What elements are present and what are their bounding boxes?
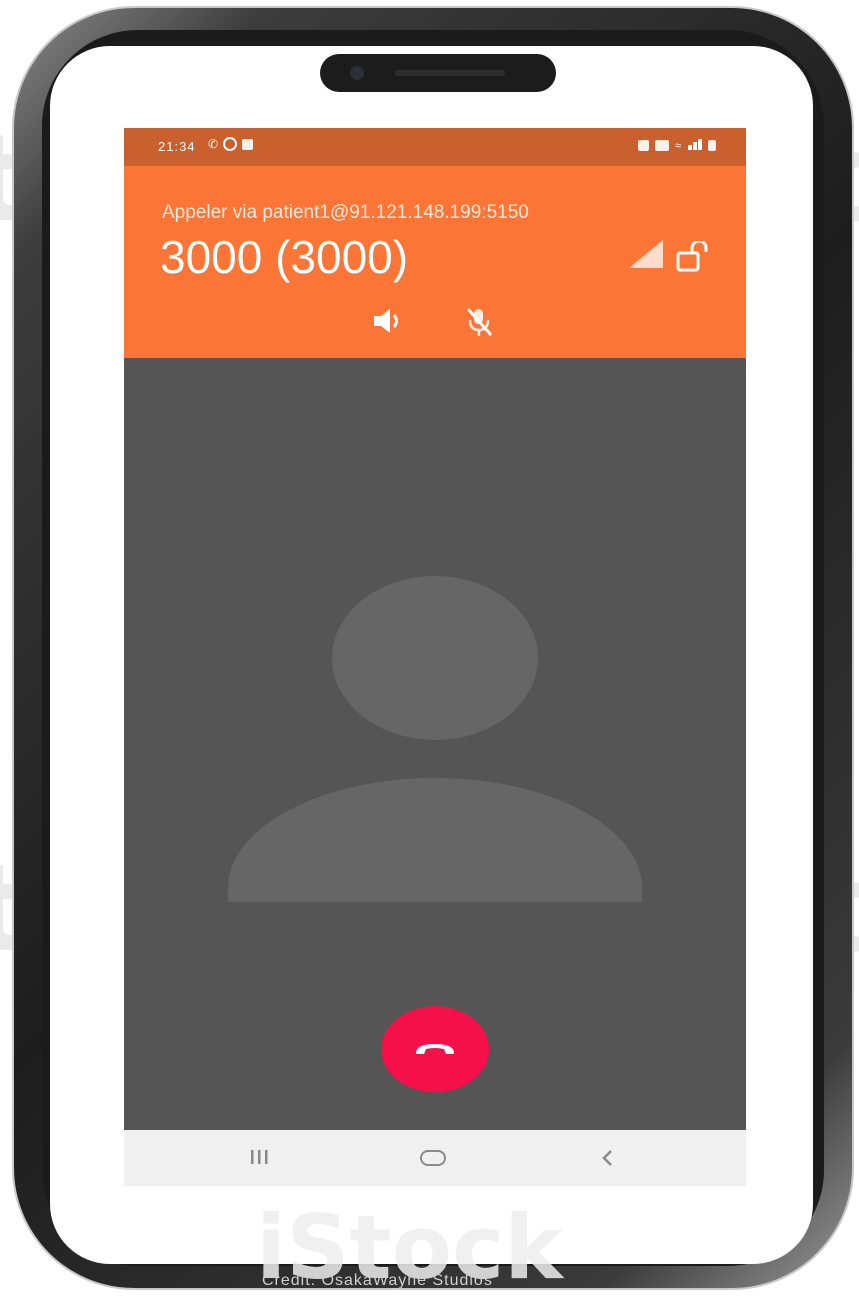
call-status-icon: ✆ xyxy=(208,137,219,151)
status-left-icons: ✆ xyxy=(208,137,254,151)
person-placeholder-body xyxy=(228,778,642,902)
nfc-status-icon xyxy=(637,140,649,151)
status-bar: 21:34 ✆ ≈ xyxy=(124,128,746,166)
call-via-text: Appeler via patient1@91.121.148.199:5150 xyxy=(162,202,529,223)
unlock-icon xyxy=(676,241,708,272)
front-camera xyxy=(350,66,364,80)
speaker-icon[interactable] xyxy=(372,306,406,336)
person-placeholder-icon xyxy=(332,576,538,740)
status-time: 21:34 xyxy=(158,139,196,154)
call-content xyxy=(124,358,746,1130)
back-icon[interactable] xyxy=(600,1148,614,1168)
earpiece-speaker xyxy=(395,70,505,76)
phone-hangup-icon xyxy=(415,1044,455,1054)
signal-bars-icon xyxy=(687,138,702,153)
phone-notch xyxy=(320,54,556,92)
battery-status-icon xyxy=(708,140,716,151)
call-header: Appeler via patient1@91.121.148.199:5150… xyxy=(124,166,746,358)
sync-status-icon xyxy=(223,137,238,151)
call-actions xyxy=(124,306,746,346)
status-right-icons: ≈ xyxy=(637,138,716,153)
recent-apps-icon[interactable] xyxy=(248,1149,270,1165)
mic-off-icon[interactable] xyxy=(464,306,494,338)
caller-name: 3000 (3000) xyxy=(160,231,409,283)
android-nav-bar xyxy=(124,1130,746,1186)
volte-status-icon xyxy=(654,140,669,151)
hangup-button[interactable] xyxy=(381,1006,489,1092)
wifi-status-icon: ≈ xyxy=(674,139,681,152)
signal-strength-icon xyxy=(629,240,663,268)
phone-screen: 21:34 ✆ ≈ Appeler via patient1@91.121.14… xyxy=(124,128,746,1186)
notification-status-icon xyxy=(242,138,254,150)
watermark-credit: Credit: OsakaWayne Studios xyxy=(262,1272,493,1289)
home-icon[interactable] xyxy=(420,1150,446,1166)
